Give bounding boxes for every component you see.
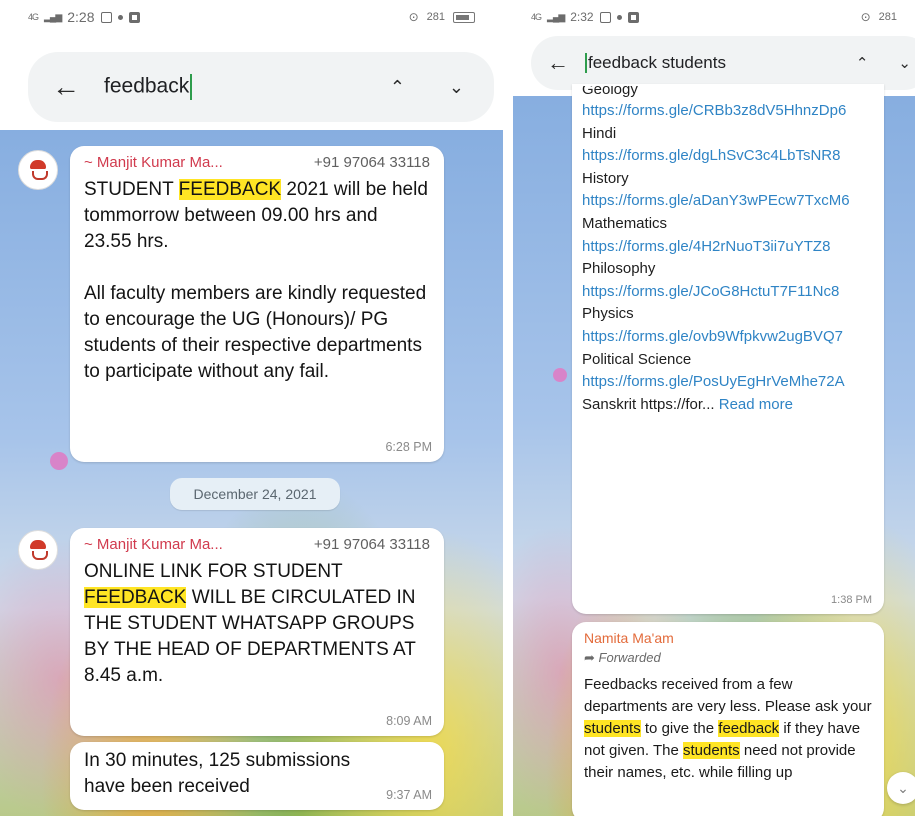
chevron-down-icon[interactable]: ⌄ bbox=[898, 54, 911, 72]
notification-icon bbox=[100, 11, 112, 23]
avatar-logo-icon bbox=[27, 159, 49, 181]
location-icon: ⊙ bbox=[860, 10, 871, 24]
form-link[interactable]: https://forms.gle/aDanY3wPEcw7TxcM6 bbox=[582, 190, 874, 213]
message-bubble[interactable]: In 30 minutes, 125 submissions have been… bbox=[70, 742, 444, 810]
status-bar: 4G ▂▄▆ 2:32 ⊙ 281 bbox=[513, 0, 915, 34]
flower-decor bbox=[50, 452, 68, 470]
chevron-up-icon[interactable]: ⌃ bbox=[856, 54, 869, 72]
message-bubble[interactable]: Geology https://forms.gle/CRBb3z8dV5Hhnz… bbox=[572, 84, 884, 614]
dot-icon bbox=[616, 14, 622, 20]
avatar[interactable] bbox=[18, 530, 58, 570]
subject-label: Physics bbox=[582, 305, 634, 323]
dot-icon bbox=[117, 14, 123, 20]
clock: 2:32 bbox=[570, 10, 594, 24]
form-link[interactable]: https://forms.gle/ovb9Wfpkvw2ugBVQ7 bbox=[582, 326, 874, 349]
message-text: ONLINE LINK FOR STUDENT FEEDBACK WILL BE… bbox=[84, 561, 416, 686]
form-link[interactable]: https://forms.gle/PosUyEgHrVeMhe72A bbox=[582, 371, 874, 394]
text-cursor bbox=[190, 74, 193, 100]
search-highlight: feedback bbox=[718, 720, 780, 737]
search-bar[interactable]: ← feedback students ⌃ ⌄ bbox=[531, 36, 915, 90]
truncated-line: Sanskrit https://for... Read more bbox=[582, 395, 793, 413]
subject-label: Philosophy bbox=[582, 260, 656, 278]
sender-name[interactable]: Namita Ma'am bbox=[584, 630, 872, 646]
sender-name[interactable]: ~ Manjit Kumar Ma... bbox=[84, 154, 223, 171]
forward-arrow-icon: ➦ bbox=[584, 650, 595, 665]
message-text: STUDENT FEEDBACK 2021 will be held tommo… bbox=[84, 179, 428, 382]
search-input[interactable]: feedback bbox=[104, 74, 193, 100]
back-arrow-icon[interactable]: ← bbox=[547, 50, 569, 76]
forwarded-label: ➦ Forwarded bbox=[584, 650, 661, 665]
speed-label: 281 bbox=[878, 11, 897, 23]
sender-phone: +91 97064 33118 bbox=[313, 536, 430, 553]
subject-label: Political Science bbox=[582, 350, 692, 368]
message-bubble[interactable]: Namita Ma'am ➦ Forwarded Feedbacks recei… bbox=[572, 622, 884, 816]
form-link-list: Geology https://forms.gle/CRBb3z8dV5Hhnz… bbox=[582, 86, 874, 416]
message-text: Feedbacks received from a few department… bbox=[584, 676, 872, 781]
search-highlight: FEEDBACK bbox=[178, 179, 282, 200]
sender-name[interactable]: ~ Manjit Kumar Ma... bbox=[84, 536, 223, 553]
avatar-logo-icon bbox=[27, 539, 49, 561]
signal-icon: ▂▄▆ bbox=[44, 11, 62, 22]
left-screenshot: 4G ▂▄▆ 2:28 ⊙ 281 ← feedback ⌃ ⌄ ~ Manji… bbox=[0, 0, 503, 816]
date-divider: December 24, 2021 bbox=[170, 478, 340, 510]
subject-label: Geology bbox=[582, 86, 638, 98]
network-label: 4G bbox=[531, 11, 542, 22]
app-icon bbox=[627, 11, 639, 23]
flower-decor bbox=[553, 368, 567, 382]
location-icon: ⊙ bbox=[408, 10, 419, 24]
message-bubble[interactable]: ~ Manjit Kumar Ma... +91 97064 33118 ONL… bbox=[70, 528, 444, 736]
text-cursor bbox=[585, 53, 587, 74]
search-highlight: FEEDBACK bbox=[84, 587, 187, 608]
back-arrow-icon[interactable]: ← bbox=[52, 71, 80, 103]
message-bubble[interactable]: ~ Manjit Kumar Ma... +91 97064 33118 STU… bbox=[70, 146, 444, 462]
right-screenshot: 4G ▂▄▆ 2:32 ⊙ 281 ← feedback students ⌃ … bbox=[513, 0, 915, 816]
form-link[interactable]: https://forms.gle/JCoG8HctuT7F11Nc8 bbox=[582, 281, 874, 304]
read-more-link[interactable]: Read more bbox=[719, 396, 793, 413]
battery-icon bbox=[453, 11, 475, 23]
message-time: 9:37 AM bbox=[386, 788, 432, 802]
subject-label: Hindi bbox=[582, 124, 617, 142]
notification-icon bbox=[599, 11, 611, 23]
signal-icon: ▂▄▆ bbox=[547, 11, 565, 22]
message-time: 1:38 PM bbox=[831, 594, 872, 606]
subject-label: Mathematics bbox=[582, 214, 668, 232]
search-input[interactable]: feedback students bbox=[585, 53, 726, 74]
form-link[interactable]: https://forms.gle/4H2rNuoT3ii7uYTZ8 bbox=[582, 236, 874, 259]
avatar[interactable] bbox=[18, 150, 58, 190]
double-chevron-down-icon[interactable]: ⌄ bbox=[887, 772, 915, 804]
status-bar: 4G ▂▄▆ 2:28 ⊙ 281 bbox=[0, 0, 503, 34]
app-icon bbox=[128, 11, 140, 23]
form-link[interactable]: https://forms.gle/CRBb3z8dV5HhnzDp6 bbox=[582, 100, 874, 123]
network-label: 4G bbox=[28, 11, 39, 22]
clock: 2:28 bbox=[67, 9, 95, 25]
message-time: 8:09 AM bbox=[386, 714, 432, 728]
sender-phone: +91 97064 33118 bbox=[313, 154, 430, 171]
chevron-down-icon[interactable]: ⌄ bbox=[449, 77, 464, 98]
speed-label: 281 bbox=[426, 11, 445, 23]
search-highlight: students bbox=[682, 742, 740, 759]
form-link[interactable]: https://forms.gle/dgLhSvC3c4LbTsNR8 bbox=[582, 145, 874, 168]
message-time: 6:28 PM bbox=[385, 440, 432, 454]
search-highlight: students bbox=[584, 720, 641, 737]
search-bar[interactable]: ← feedback ⌃ ⌄ bbox=[28, 52, 494, 122]
chevron-up-icon[interactable]: ⌃ bbox=[390, 77, 405, 98]
message-text: In 30 minutes, 125 submissions have been… bbox=[84, 750, 351, 797]
subject-label: History bbox=[582, 169, 629, 187]
